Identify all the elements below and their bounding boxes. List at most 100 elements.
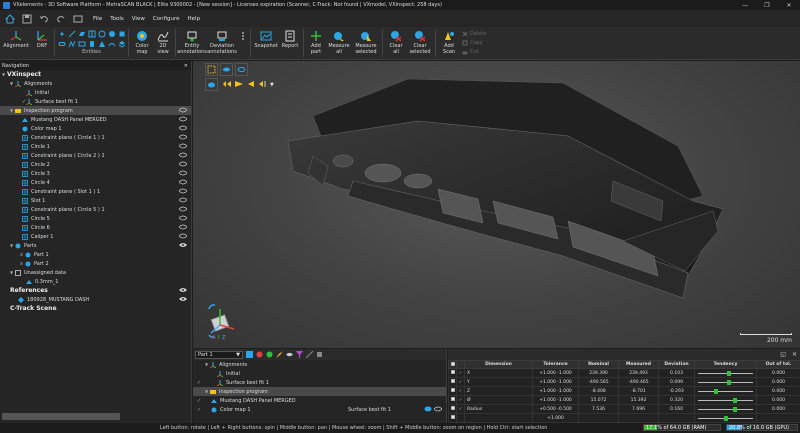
measure-all-button[interactable]: Measure all [327,27,351,55]
tree-inspection-item[interactable]: Slot 1 [0,196,191,205]
deviation-annotations-button[interactable]: Deviation annotations [207,27,237,55]
ribbon-more-button[interactable] [239,27,247,42]
delete-item-icon[interactable] [316,351,323,358]
expand-icon[interactable]: ◱ [780,351,786,358]
tree-inspection-item[interactable]: Circle 6 [0,223,191,232]
maximize-button[interactable]: ❐ [756,2,778,9]
visibility-eye-icon[interactable] [179,143,187,149]
row-checkbox[interactable] [448,386,457,396]
tree-inspection-item[interactable]: Circle 5 [0,214,191,223]
home-icon[interactable] [3,12,17,26]
menu-view[interactable]: View [132,16,145,22]
tree-inspection-item[interactable]: Constraint plane ( Circle 2 ) 1 [0,151,191,160]
visibility-eye-icon[interactable] [179,134,187,140]
clear-selected-button[interactable]: Clear selected [408,27,432,55]
program-alignment-initial-row[interactable]: Initial [193,369,446,378]
row-checkbox[interactable] [448,404,457,414]
snapshot-button[interactable]: Snapshot [254,27,278,49]
dimension-row[interactable]: ✓ Ø +1.000 -1.000 15.072 15.392 0.320 0.000 [448,395,800,405]
program-inspection-row[interactable]: ▼ Inspection program [193,387,446,396]
cut-button[interactable]: Cut [462,47,486,56]
row-checkbox[interactable] [448,395,457,405]
add-part-button[interactable]: Add part [307,27,325,55]
tree-inspection-item[interactable]: Constraint plane ( Circle 1 ) 1 [0,133,191,142]
row-checkbox[interactable] [448,368,457,378]
tree-inspection-item[interactable]: Circle 2 [0,160,191,169]
axis-triad-icon[interactable]: X Y Z [201,301,241,341]
tree-inspection-item[interactable]: Caliper 1 [0,232,191,241]
alignment-button[interactable]: Alignment [1,27,31,49]
tree-inspection-item[interactable]: Constraint plane ( Circle 5 ) 1 [0,205,191,214]
filter-entities-icon[interactable] [246,351,253,358]
tree-ctrack-scene[interactable]: C-Track Scene [0,304,191,313]
tree-inspection-item[interactable]: Constraint plane ( Slot 1 ) 1 [0,187,191,196]
row-checkbox[interactable] [448,413,457,423]
visibility-eye-icon[interactable] [179,287,187,293]
col-deviation[interactable]: Deviation [658,360,695,369]
tree-references[interactable]: References [0,286,191,295]
cube-entity-icon[interactable] [117,29,126,38]
visibility-eye-icon[interactable] [179,179,187,185]
redo-icon[interactable] [54,12,68,26]
circle-entity-icon[interactable] [97,29,106,38]
col-out-of-tol[interactable]: Out of tol. [756,360,800,369]
visibility-eye-icon[interactable] [179,161,187,167]
screenshot-icon[interactable] [71,12,85,26]
visibility-eye-icon[interactable] [179,125,187,131]
visibility-eye-icon[interactable] [179,188,187,194]
drf-button[interactable]: DRF [33,27,51,49]
tree-unassigned-data[interactable]: ▼ Unassigned data [0,268,191,277]
panel-close-icon[interactable]: ✕ [792,351,797,358]
tree-inspection-item[interactable]: Circle 3 [0,169,191,178]
surface-entity-icon[interactable] [107,39,116,48]
program-alignments-row[interactable]: ▼ Alignments [193,360,446,369]
menu-help[interactable]: Help [188,16,201,22]
col-nominal[interactable]: Nominal [578,360,619,369]
navigation-horizontal-scrollbar[interactable] [2,413,120,420]
visibility-eye-icon[interactable] [179,224,187,230]
tree-unassigned-item[interactable]: 0.3mm_1 [0,277,191,286]
filter-brush-icon[interactable] [276,351,283,358]
menu-file[interactable]: File [93,16,102,22]
menu-configure[interactable]: Configure [153,16,180,22]
tree-module-vxinspect[interactable]: ▼ VXinspect [0,70,191,79]
save-icon[interactable] [20,12,34,26]
delete-button[interactable]: Delete [462,29,486,38]
dimension-row[interactable]: +1.000 [448,413,800,423]
program-mesh-row[interactable]: ✓ Mustang DASH Panel MERGED [193,396,446,405]
tree-reference-item[interactable]: 180928_MUSTANG DASH [0,295,191,304]
visibility-eye-icon[interactable] [179,215,187,221]
3d-viewport[interactable]: ▼ X Y Z 200 mm [193,61,800,348]
dimension-row[interactable]: ✓ Y +1.000 -1.000 -490.565 -490.465 0.099 0.00… [448,377,800,387]
line-entity-icon[interactable] [67,29,76,38]
panel-close-icon[interactable]: ✕ [184,63,188,69]
visibility-eye-icon[interactable] [179,170,187,176]
slot-entity-icon[interactable] [57,39,66,48]
minimize-button[interactable]: — [734,2,756,9]
dimension-row[interactable]: ✓ X +1.000 -1.000 239.390 239.493 0.103 0.000 [448,368,800,378]
dimension-row[interactable]: ✓ Z +1.000 -1.000 -8.408 -8.701 -0.293 0.000 [448,386,800,396]
visibility-eye-icon[interactable] [179,152,187,158]
visibility-eye-icon[interactable] [179,296,187,302]
visibility-eye-icon[interactable] [179,197,187,203]
entity-annotations-button[interactable]: Entity annotations [177,27,207,55]
program-alignment-best-fit-row[interactable]: ✓ Surface best fit 1 [193,378,446,387]
clear-all-button[interactable]: Clear all [386,27,406,55]
col-measured[interactable]: Measured [618,360,659,369]
undo-icon[interactable] [37,12,51,26]
select-all-checkbox[interactable] [448,360,457,369]
visibility-eye-icon[interactable] [179,107,187,113]
tree-alignments[interactable]: ▼ Alignments [0,79,191,88]
tree-inspection-item[interactable]: Mustang DASH Panel MERGED [0,115,191,124]
menu-tools[interactable]: Tools [110,16,124,22]
dashboard-part-model[interactable] [193,61,800,348]
col-dimension[interactable]: Dimension [464,360,533,369]
tree-inspection-item[interactable]: Circle 4 [0,178,191,187]
tree-part-1[interactable]: x Part 1 [0,250,191,259]
measure-selected-button[interactable]: Measure selected [353,27,379,55]
color-map-button[interactable]: Color map [132,27,152,55]
filter-features-icon[interactable] [256,351,263,358]
tree-inspection-item[interactable]: Color map 1 [0,124,191,133]
part-select[interactable]: Part 1 ▼ [195,350,243,359]
report-button[interactable]: Report [280,27,300,49]
